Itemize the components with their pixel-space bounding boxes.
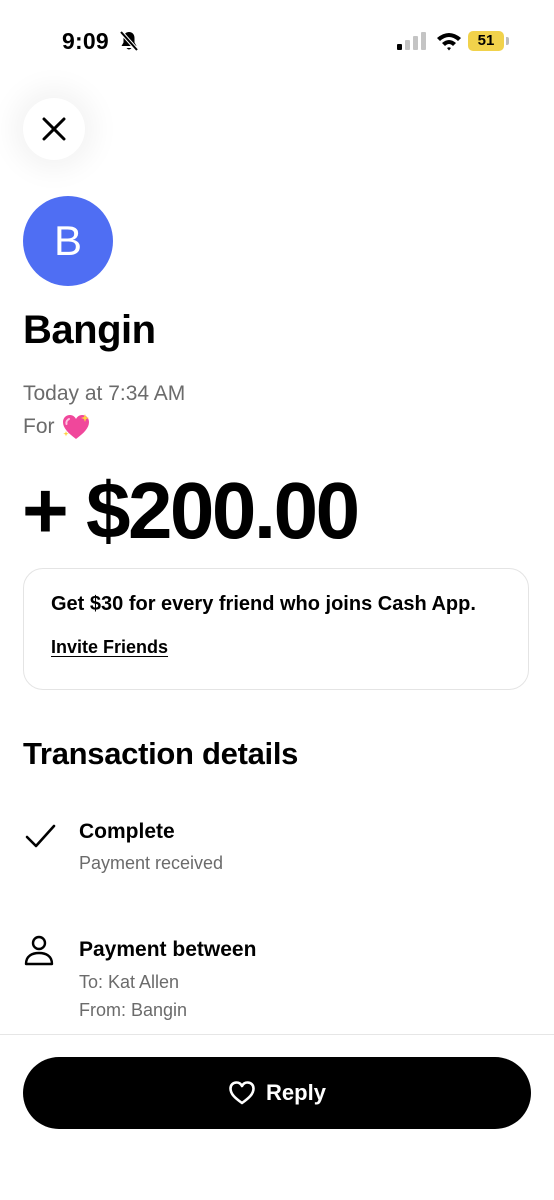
detail-row-status: Complete Payment received xyxy=(23,816,529,886)
payment-amount: + $200.00 xyxy=(22,466,360,555)
footer-divider xyxy=(0,1034,554,1035)
sender-name: Bangin xyxy=(23,308,156,352)
recipient-text: To: Kat Allen xyxy=(79,972,180,992)
section-title-transaction-details: Transaction details xyxy=(23,736,299,771)
battery-icon: 51 xyxy=(468,31,510,51)
promo-card: Get $30 for every friend who joins Cash … xyxy=(23,568,529,690)
close-button[interactable] xyxy=(23,98,85,160)
battery-tip xyxy=(506,37,509,45)
wifi-icon xyxy=(437,33,461,51)
detail-row-parties: Payment between To: Kat Allen From: Bang… xyxy=(23,934,529,1028)
person-icon xyxy=(24,935,54,966)
status-time: 9:09 xyxy=(62,28,109,54)
for-label: For xyxy=(23,415,55,438)
battery-level: 51 xyxy=(468,31,504,51)
avatar[interactable]: B xyxy=(23,196,113,286)
heart-outline-icon xyxy=(229,1081,255,1105)
close-icon xyxy=(42,117,66,141)
reply-label: Reply xyxy=(266,1080,326,1105)
signal-icon xyxy=(397,32,426,50)
sparkling-heart-icon xyxy=(62,414,89,439)
parties-title: Payment between xyxy=(79,938,257,961)
status-bar: 9:09 51 xyxy=(0,0,554,80)
status-subtitle: Payment received xyxy=(79,853,224,873)
status-title: Complete xyxy=(79,820,175,843)
payment-note: For xyxy=(23,413,91,441)
invite-friends-link[interactable]: Invite Friends xyxy=(51,637,168,658)
reply-button[interactable]: Reply xyxy=(23,1057,531,1129)
checkmark-icon xyxy=(25,824,56,848)
payment-timestamp: Today at 7:34 AM xyxy=(23,382,186,405)
bell-slash-icon xyxy=(119,30,139,52)
sender-text: From: Bangin xyxy=(79,1000,188,1020)
promo-text: Get $30 for every friend who joins Cash … xyxy=(51,593,476,615)
